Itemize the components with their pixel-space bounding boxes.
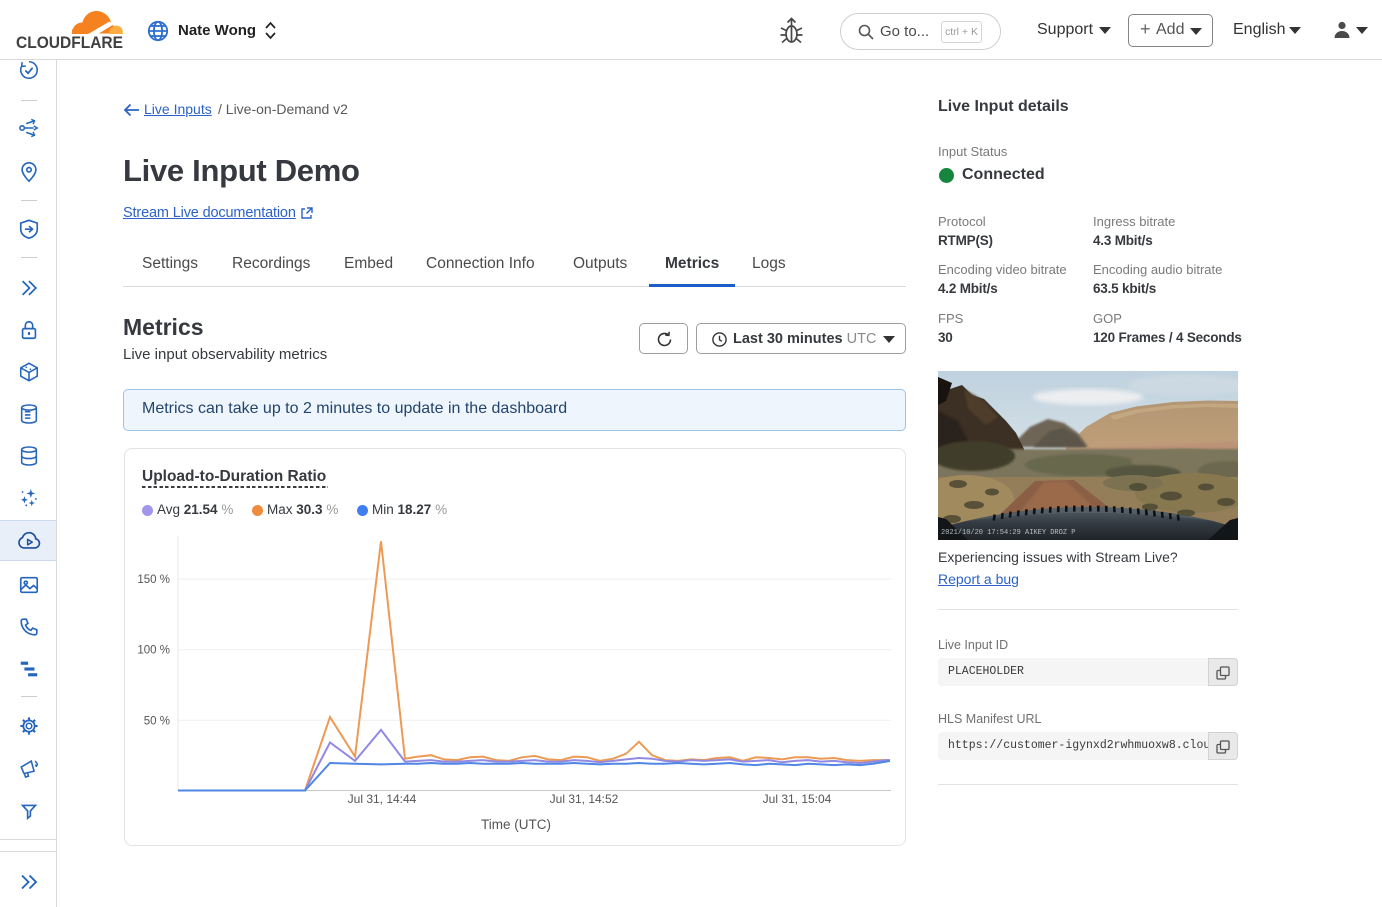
svg-text:150 %: 150 % (137, 574, 170, 586)
svg-text:Jul 31, 15:04: Jul 31, 15:04 (763, 792, 832, 806)
svg-text:50 %: 50 % (144, 715, 170, 727)
svg-text:100 %: 100 % (137, 645, 170, 657)
svg-text:Jul 31, 14:44: Jul 31, 14:44 (348, 792, 417, 806)
svg-text:Time (UTC): Time (UTC) (481, 817, 551, 832)
svg-text:2021/10/20 17:54:29 AIKEY DROZ: 2021/10/20 17:54:29 AIKEY DROZ P (941, 529, 1075, 537)
svg-text:Jul 31, 14:52: Jul 31, 14:52 (550, 792, 619, 806)
svg-text:CLOUDFLARE: CLOUDFLARE (16, 33, 123, 50)
